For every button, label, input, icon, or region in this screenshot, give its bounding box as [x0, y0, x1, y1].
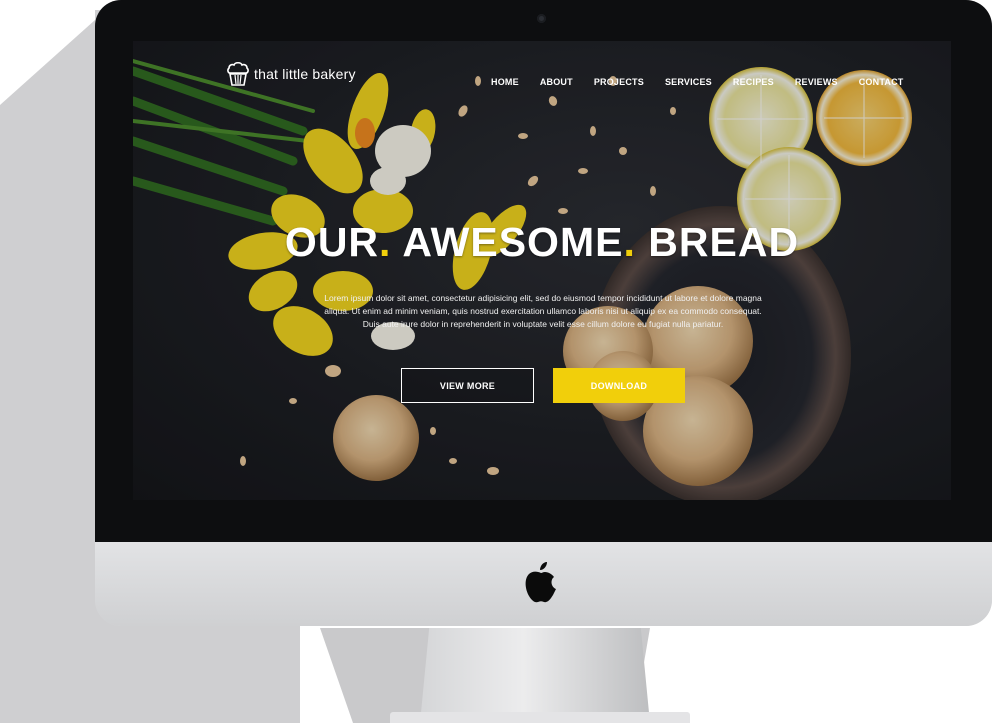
imac-stand-foot	[390, 712, 690, 723]
hero-subtitle-line-1: Lorem ipsum dolor sit amet, consectetur …	[324, 293, 762, 303]
hero-title: OUR. AWESOME. BREAD	[133, 219, 951, 266]
nav-item-recipes[interactable]: RECIPES	[733, 77, 774, 87]
hero-title-word-3: BREAD	[648, 219, 800, 265]
camera-icon	[537, 14, 546, 23]
hero-subtitle: Lorem ipsum dolor sit amet, consectetur …	[323, 292, 763, 331]
apple-logo-icon	[525, 562, 556, 603]
imac-stand	[420, 628, 650, 723]
nav-item-about[interactable]: ABOUT	[540, 77, 573, 87]
site-logo[interactable]: that little bakery	[226, 61, 356, 87]
website-screen: that little bakery HOME ABOUT PROJECTS S…	[133, 41, 951, 500]
hero-title-word-1: OUR	[284, 219, 380, 265]
hero-title-word-2: AWESOME	[402, 219, 624, 265]
hero-title-dot-2: .	[623, 219, 636, 265]
logo-text: that little bakery	[254, 66, 356, 82]
hero-title-dot-1: .	[379, 219, 392, 265]
nav-item-contact[interactable]: CONTACT	[859, 77, 904, 87]
hero-subtitle-line-2: aliqua. Ut enim ad minim veniam, quis no…	[324, 306, 762, 316]
hero-overlay	[133, 41, 951, 500]
nav-item-services[interactable]: SERVICES	[665, 77, 712, 87]
hero-subtitle-line-3: Duis aute irure dolor in reprehenderit i…	[362, 319, 724, 329]
nav-item-reviews[interactable]: REVIEWS	[795, 77, 838, 87]
cupcake-icon	[227, 61, 249, 86]
nav-item-home[interactable]: HOME	[491, 77, 519, 87]
download-button[interactable]: DOWNLOAD	[553, 368, 685, 403]
view-more-button[interactable]: VIEW MORE	[401, 368, 534, 403]
main-nav: HOME ABOUT PROJECTS SERVICES RECIPES REV…	[491, 77, 903, 87]
imac-chin	[95, 542, 992, 626]
nav-item-projects[interactable]: PROJECTS	[594, 77, 644, 87]
